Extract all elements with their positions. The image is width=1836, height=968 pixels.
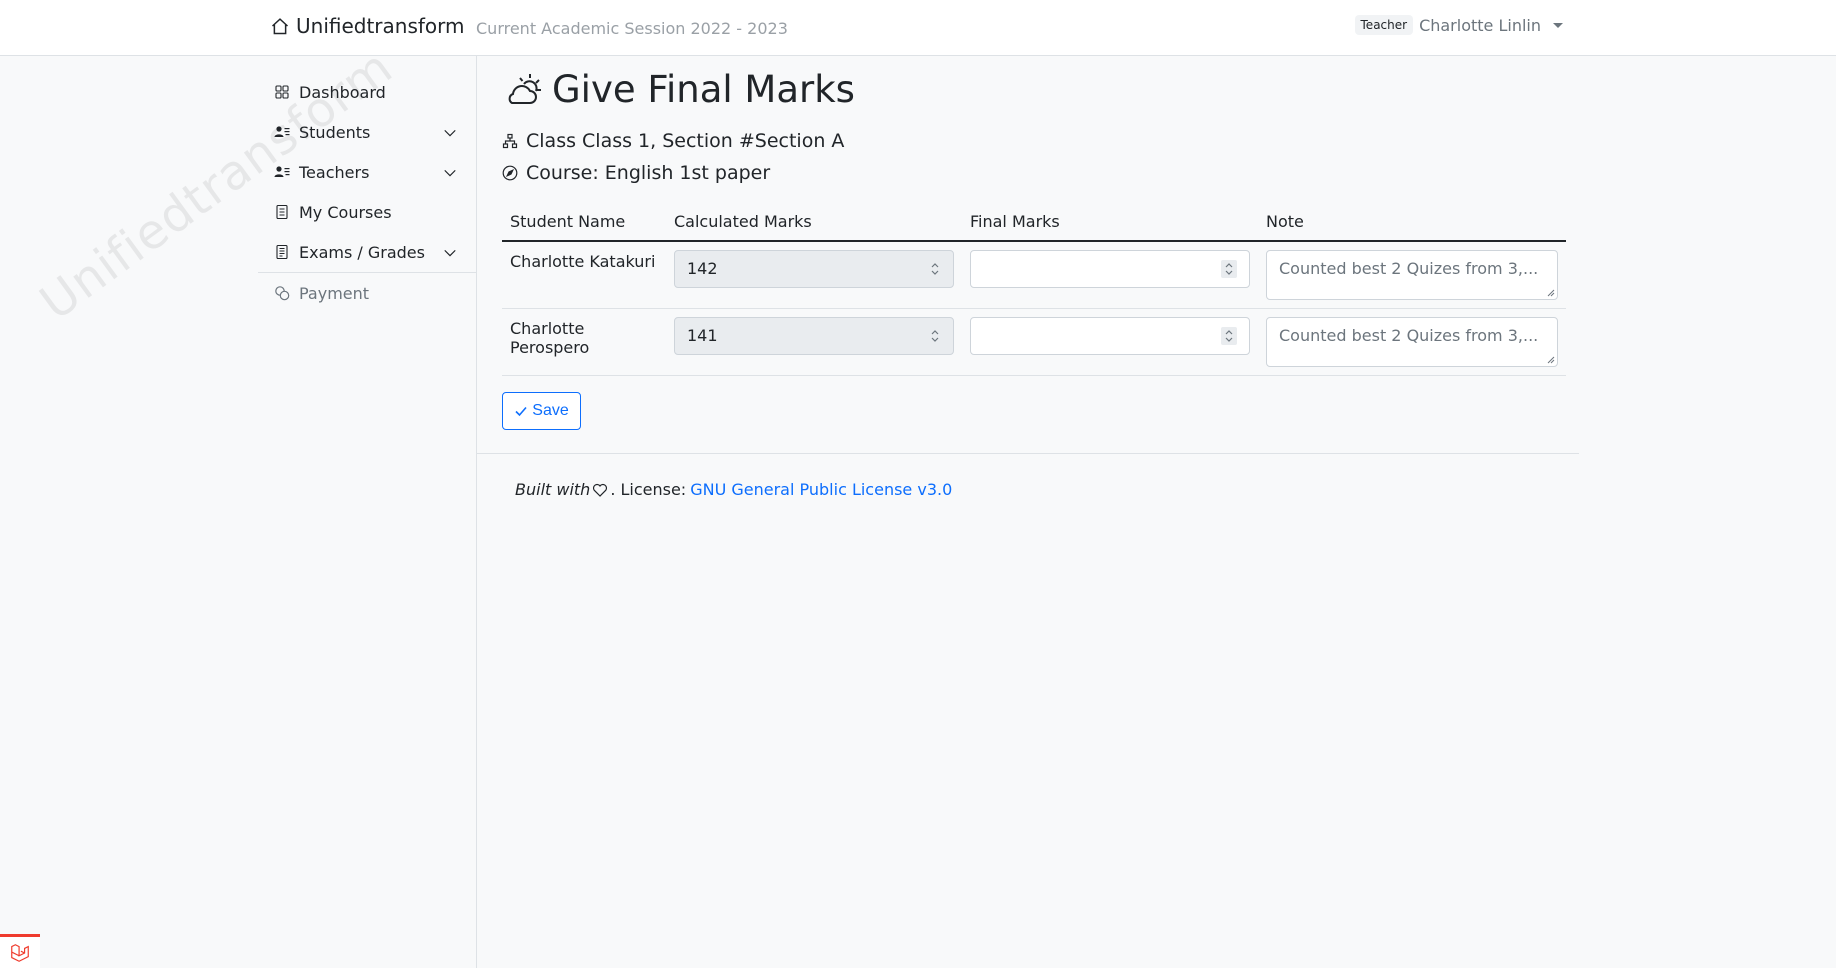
resize-handle-icon[interactable] [1545, 354, 1555, 364]
page-title: Give Final Marks [502, 68, 855, 111]
spinner-icon [931, 330, 939, 342]
file-text-icon [274, 244, 290, 260]
save-button-label: Save [532, 402, 569, 419]
sidebar: Unifiedtransform Dashboard Students Teac… [0, 39, 477, 968]
calculated-marks-field: 142 [674, 250, 954, 288]
academic-session: Current Academic Session 2022 - 2023 [476, 19, 788, 38]
chevron-down-icon[interactable] [443, 166, 457, 180]
table-row: Charlotte Perospero 141 Counted best 2 Q… [502, 308, 1566, 376]
cloud-sun-icon [508, 73, 541, 104]
resize-handle-icon[interactable] [1545, 287, 1555, 297]
note-text: Counted best 2 Quizes from 3,... [1279, 326, 1539, 345]
license-link[interactable]: GNU General Public License v3.0 [690, 480, 952, 499]
student-name: Charlotte Perospero [510, 319, 590, 357]
chevron-down-icon[interactable] [443, 246, 457, 260]
journal-icon [274, 204, 290, 220]
course-info: Course: English 1st paper [502, 162, 770, 184]
sidebar-item-students[interactable]: Students [258, 112, 477, 152]
person-lines-icon [274, 164, 290, 180]
spinner-icon [931, 263, 939, 275]
spinner-icon[interactable] [1221, 260, 1237, 278]
laravel-logo[interactable] [0, 934, 40, 968]
final-marks-table: Student Name Calculated Marks Final Mark… [502, 202, 1566, 376]
note-textarea[interactable]: Counted best 2 Quizes from 3,... [1266, 250, 1558, 300]
calculated-marks-value: 141 [687, 326, 718, 345]
sidebar-item-payment[interactable]: Payment [258, 273, 477, 313]
coins-icon [274, 285, 290, 301]
final-marks-input[interactable] [970, 250, 1250, 288]
caret-down-icon[interactable] [1553, 22, 1563, 28]
sidebar-item-my-courses[interactable]: My Courses [258, 192, 477, 232]
brand-name: Unifiedtransform [296, 14, 465, 38]
sidebar-item-label: Exams / Grades [299, 242, 425, 262]
grid-icon [274, 84, 290, 100]
note-textarea[interactable]: Counted best 2 Quizes from 3,... [1266, 317, 1558, 367]
license-prefix: . License: [610, 480, 687, 499]
class-section-text: Class Class 1, Section #Section A [526, 130, 845, 152]
col-calculated-marks: Calculated Marks [666, 202, 962, 242]
page-title-text: Give Final Marks [552, 68, 855, 111]
footer-divider [477, 453, 1579, 454]
col-final-marks: Final Marks [962, 202, 1258, 242]
user-menu[interactable]: Teacher Charlotte Linlin [1354, 15, 1563, 35]
sidebar-item-label: Dashboard [299, 82, 386, 102]
footer: Built with . License: GNU General Public… [515, 480, 952, 499]
heart-icon [593, 483, 608, 497]
diagram-icon [502, 133, 518, 149]
top-navbar: Unifiedtransform Current Academic Sessio… [0, 0, 1836, 56]
sidebar-item-dashboard[interactable]: Dashboard [258, 72, 477, 112]
student-name: Charlotte Katakuri [510, 252, 656, 271]
role-badge: Teacher [1354, 15, 1414, 35]
check-icon [515, 406, 527, 417]
compass-icon [502, 165, 518, 181]
built-with-text: Built with [515, 480, 591, 499]
spinner-icon[interactable] [1221, 327, 1237, 345]
sidebar-item-label: Payment [299, 283, 370, 303]
sidebar-nav: Dashboard Students Teachers My Courses E… [258, 72, 477, 313]
col-note: Note [1258, 202, 1566, 242]
sidebar-item-teachers[interactable]: Teachers [258, 152, 477, 192]
calculated-marks-value: 142 [687, 259, 718, 278]
sidebar-item-exams-grades[interactable]: Exams / Grades [258, 232, 477, 272]
course-text: Course: English 1st paper [526, 162, 771, 184]
col-student-name: Student Name [502, 202, 666, 242]
note-text: Counted best 2 Quizes from 3,... [1279, 259, 1539, 278]
calculated-marks-field: 141 [674, 317, 954, 355]
sidebar-item-label: Teachers [299, 162, 370, 182]
laravel-icon [11, 943, 29, 962]
table-row: Charlotte Katakuri 142 Counted best 2 Qu… [502, 241, 1566, 309]
person-lines-icon [274, 124, 290, 140]
table-header-row: Student Name Calculated Marks Final Mark… [502, 202, 1566, 242]
final-marks-input[interactable] [970, 317, 1250, 355]
brand-link[interactable]: Unifiedtransform [270, 14, 465, 38]
sidebar-item-label: My Courses [299, 202, 392, 222]
save-button[interactable]: Save [502, 392, 581, 430]
house-icon [271, 18, 289, 35]
class-section-info: Class Class 1, Section #Section A [502, 130, 844, 152]
user-name[interactable]: Charlotte Linlin [1419, 16, 1541, 35]
sidebar-item-label: Students [299, 122, 371, 142]
chevron-down-icon[interactable] [443, 126, 457, 140]
